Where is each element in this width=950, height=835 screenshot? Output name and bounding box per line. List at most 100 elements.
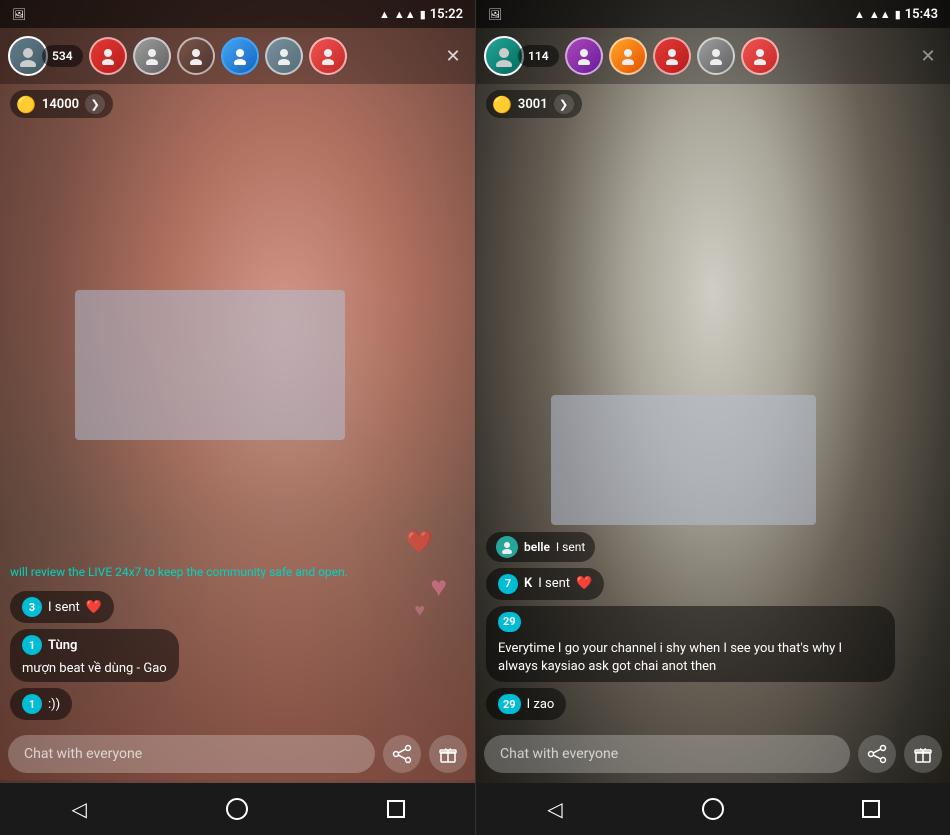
- recent-icon-left: [387, 800, 405, 818]
- status-bar-left: 🖼 ▲ ▲▲ ▮ 15:22: [0, 0, 475, 28]
- avatar-4-left[interactable]: [221, 37, 259, 75]
- chat-bubble-1-left: 3 I sent ❤️: [10, 591, 114, 623]
- left-screen: 🖼 ▲ ▲▲ ▮ 15:22 534: [0, 0, 475, 835]
- chat-bubble-0-right: belle I sent: [486, 532, 595, 562]
- recent-button-right[interactable]: [846, 784, 896, 834]
- recent-icon-right: [862, 800, 880, 818]
- badge-2-left: 1: [22, 635, 42, 655]
- nav-bar-right: ◁: [476, 783, 950, 835]
- chat-input-right[interactable]: Chat with everyone: [484, 735, 850, 773]
- status-bar-right: 🖼 ▲ ▲▲ ▮ 15:43: [476, 0, 950, 28]
- bottom-bar-left: Chat with everyone: [0, 728, 475, 780]
- battery-icon-left: ▮: [420, 8, 426, 21]
- username-1-right: K: [524, 576, 532, 591]
- status-right-right: ▲ ▲▲ ▮ 15:43: [854, 7, 938, 22]
- chat-row-1-left: 3 I sent ❤️: [10, 591, 465, 623]
- time-left: 15:22: [430, 7, 463, 22]
- status-left-icons: 🖼: [12, 8, 26, 21]
- coin-bar-left[interactable]: 🟡 14000 ❯: [10, 90, 113, 118]
- viewer-count-left: 534: [42, 45, 83, 67]
- wifi-icon-left: ▲: [379, 8, 390, 21]
- chat-text-2-left: mượn beat về dùng - Gao: [22, 661, 167, 676]
- top-bar-left: 534 ✕: [0, 28, 475, 84]
- avatar-5-left[interactable]: [265, 37, 303, 75]
- avatar-3-right[interactable]: [653, 37, 691, 75]
- host-avatar-icon-left: [17, 45, 39, 67]
- arrow-icon-left: ❯: [90, 98, 99, 111]
- username-2-left: Tùng: [48, 638, 77, 653]
- chat-placeholder-left: Chat with everyone: [24, 746, 142, 762]
- heart-1-right: ❤️: [576, 576, 592, 591]
- avatar-1-left[interactable]: [89, 37, 127, 75]
- badge-2-right: 29: [498, 612, 521, 632]
- chat-overlay-right: belle I sent 7 K I sent ❤️ 29 Everytime …: [476, 532, 950, 720]
- home-button-right[interactable]: [688, 784, 738, 834]
- coin-amount-right: 3001: [518, 97, 548, 112]
- avatar-3-left[interactable]: [177, 37, 215, 75]
- share-button-left[interactable]: [383, 735, 421, 773]
- host-avatar-wrap-right: 114: [484, 36, 559, 76]
- avatar-2-right[interactable]: [609, 37, 647, 75]
- chat-text-2-right: Everytime I go your channel i shy when I…: [498, 640, 883, 676]
- wifi-icon-right: ▲: [854, 8, 865, 21]
- recent-button-left[interactable]: [371, 784, 421, 834]
- back-button-right[interactable]: ◁: [530, 784, 580, 834]
- avatar-1-right[interactable]: [565, 37, 603, 75]
- badge-3-left: 1: [22, 694, 42, 714]
- coin-icon-right: 🟡: [492, 95, 512, 114]
- chat-bubble-2-left: 1 Tùng mượn beat về dùng - Gao: [10, 629, 179, 682]
- image-icon-right: 🖼: [488, 8, 502, 21]
- signal-icon-left: ▲▲: [394, 8, 416, 21]
- coin-bar-right[interactable]: 🟡 3001 ❯: [486, 90, 582, 118]
- avatar-6-left[interactable]: [309, 37, 347, 75]
- gift-icon-left: [438, 744, 458, 764]
- chat-2-header: 29: [498, 612, 521, 632]
- gift-icon-right: [913, 744, 933, 764]
- arrow-icon-right: ❯: [559, 98, 568, 111]
- heart-float-1-left: ❤️: [406, 530, 433, 555]
- avatar-belle: [496, 536, 518, 558]
- status-left-icons-right: 🖼: [488, 8, 502, 21]
- chat-text-1-right: I sent: [538, 576, 570, 591]
- gift-button-right[interactable]: [904, 735, 942, 773]
- chat-bubble-3-left: 1 :)): [10, 688, 72, 720]
- right-screen: 🖼 ▲ ▲▲ ▮ 15:43 114: [475, 0, 950, 835]
- back-button-left[interactable]: ◁: [54, 784, 104, 834]
- top-bar-right: 114 ✕: [476, 28, 950, 84]
- time-right: 15:43: [905, 7, 938, 22]
- chat-input-left[interactable]: Chat with everyone: [8, 735, 375, 773]
- chat-text-3-right: I zao: [527, 697, 555, 712]
- badge-1-right: 7: [498, 574, 518, 594]
- gift-button-left[interactable]: [429, 735, 467, 773]
- chat-row-1-right: 7 K I sent ❤️: [486, 568, 940, 600]
- close-button-left[interactable]: ✕: [439, 42, 467, 70]
- chat-text-belle: I sent: [556, 540, 585, 554]
- image-icon: 🖼: [12, 8, 26, 21]
- home-button-left[interactable]: [212, 784, 262, 834]
- avatar-5-right[interactable]: [741, 37, 779, 75]
- chat-bubble-1-right: 7 K I sent ❤️: [486, 568, 604, 600]
- host-avatar-wrap-left: 534: [8, 36, 83, 76]
- share-button-right[interactable]: [858, 735, 896, 773]
- username-belle: belle: [524, 540, 550, 554]
- close-icon-left: ✕: [445, 46, 460, 67]
- chat-row-3-left: 1 :)): [10, 688, 465, 720]
- bottom-bar-right: Chat with everyone: [476, 728, 950, 780]
- chat-bubble-2-right: 29 Everytime I go your channel i shy whe…: [486, 606, 895, 682]
- battery-icon-right: ▮: [895, 8, 901, 21]
- signal-icon-right: ▲▲: [869, 8, 891, 21]
- face-blur-left: [75, 290, 345, 440]
- viewer-count-text-left: 534: [52, 49, 73, 63]
- chat-row-3-right: 29 I zao: [486, 688, 940, 720]
- heart-1-left: ❤️: [86, 600, 102, 615]
- coin-arrow-left[interactable]: ❯: [85, 94, 105, 114]
- avatar-4-right[interactable]: [697, 37, 735, 75]
- system-message-left: will review the LIVE 24x7 to keep the co…: [10, 564, 465, 581]
- close-icon-right: ✕: [920, 46, 935, 67]
- coin-arrow-right[interactable]: ❯: [554, 94, 574, 114]
- host-avatar-icon-right: [493, 45, 515, 67]
- close-button-right[interactable]: ✕: [914, 42, 942, 70]
- badge-1-left: 3: [22, 597, 42, 617]
- coin-amount-left: 14000: [42, 97, 79, 112]
- avatar-2-left[interactable]: [133, 37, 171, 75]
